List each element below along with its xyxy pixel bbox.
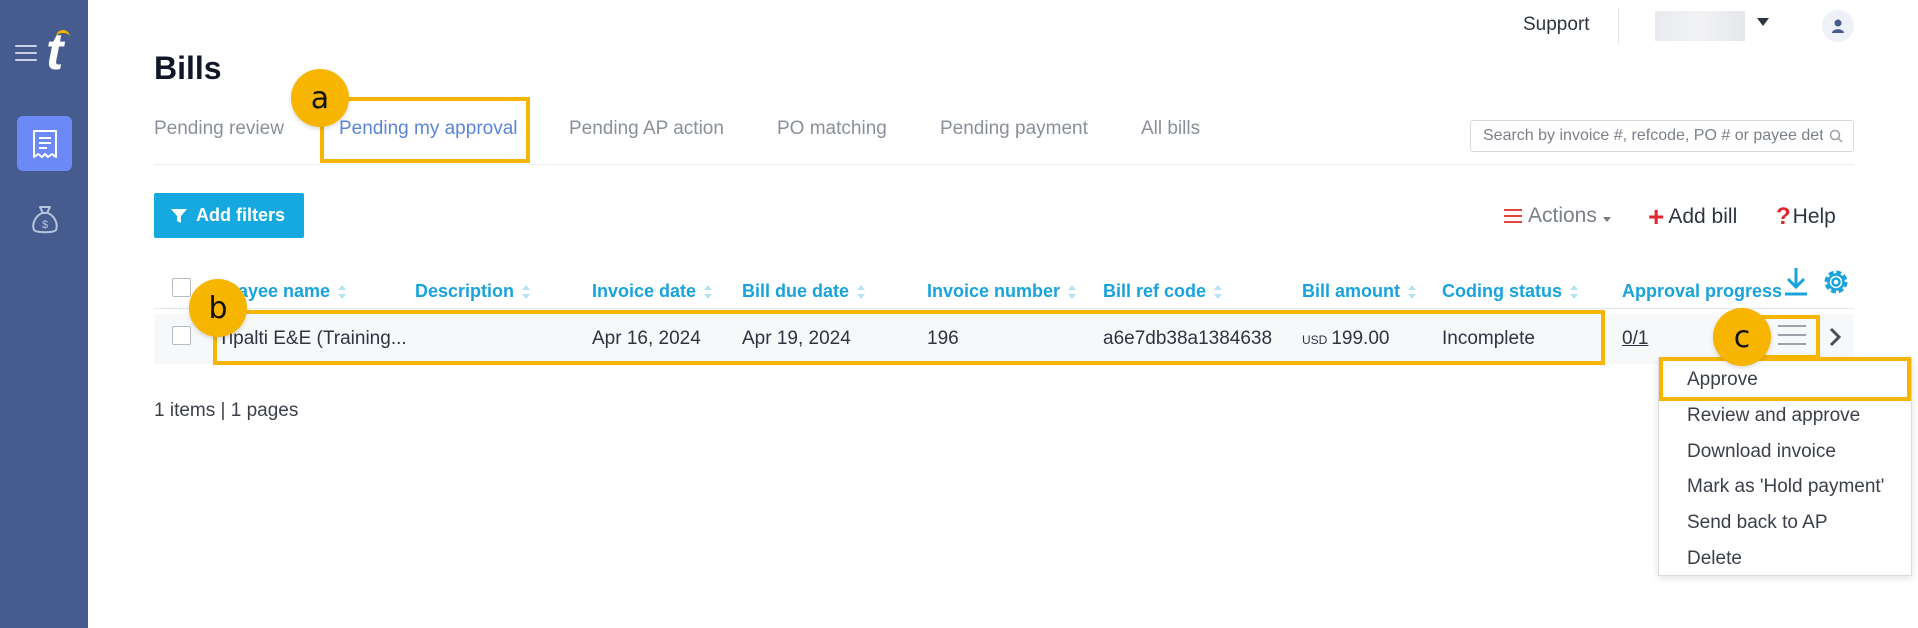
column-header-invoice-number[interactable]: Invoice number (927, 281, 1077, 302)
sort-icon (1214, 284, 1223, 299)
select-all-checkbox[interactable] (172, 278, 191, 297)
sort-icon (704, 284, 713, 299)
tab-pending-review[interactable]: Pending review (154, 118, 284, 140)
cell-approval-progress[interactable]: 0/1 (1622, 328, 1648, 350)
receipt-icon (32, 129, 57, 158)
pagination-summary: 1 items | 1 pages (154, 400, 299, 421)
actions-dropdown[interactable]: Actions (1504, 204, 1611, 228)
sidebar: t $ (0, 0, 88, 628)
column-header-coding-status[interactable]: Coding status (1442, 281, 1579, 302)
menu-icon[interactable] (15, 45, 37, 61)
row-actions-dropdown: Approve Review and approve Download invo… (1658, 358, 1912, 576)
tab-pending-my-approval[interactable]: Pending my approval (339, 118, 518, 140)
actions-label: Actions (1528, 204, 1597, 227)
amount-value: 199.00 (1331, 328, 1390, 349)
cell-bill-amount: USD 199.00 (1302, 328, 1389, 350)
tipalti-logo: t (46, 26, 70, 78)
search-input[interactable] (1470, 120, 1854, 152)
annotation-marker-a: a (291, 69, 349, 127)
column-header-approval-progress[interactable]: Approval progress (1622, 281, 1782, 302)
column-header-bill-amount[interactable]: Bill amount (1302, 281, 1417, 302)
sort-icon (522, 284, 531, 299)
sort-icon (338, 284, 347, 299)
user-name-blurred[interactable] (1655, 11, 1745, 41)
column-header-bill-due-date[interactable]: Bill due date (742, 281, 866, 302)
tabs-divider (154, 164, 1854, 165)
cell-payee-name[interactable]: Tipalti E&E (Training... (218, 328, 408, 350)
chevron-right-icon[interactable] (1828, 326, 1842, 348)
filter-icon (171, 208, 187, 223)
add-filters-button[interactable]: Add filters (154, 193, 304, 238)
user-dropdown-caret-icon[interactable] (1757, 18, 1769, 26)
tab-pending-payment[interactable]: Pending payment (940, 118, 1088, 140)
row-actions-menu-icon[interactable] (1778, 325, 1806, 347)
header-divider (1618, 8, 1619, 44)
row-checkbox[interactable] (172, 326, 191, 345)
add-bill-button[interactable]: + Add bill (1648, 203, 1737, 231)
page-title: Bills (154, 50, 222, 86)
tab-po-matching[interactable]: PO matching (777, 118, 887, 140)
question-icon: ? (1776, 203, 1791, 230)
payments-nav-icon[interactable]: $ (17, 191, 72, 246)
sort-icon (1068, 284, 1077, 299)
column-header-bill-ref-code[interactable]: Bill ref code (1103, 281, 1223, 302)
bills-nav-icon[interactable] (17, 116, 72, 171)
person-icon (1832, 19, 1844, 33)
menu-item-approve[interactable]: Approve (1687, 369, 1758, 391)
annotation-marker-c: c (1713, 308, 1771, 366)
search-icon (1829, 129, 1843, 143)
annotation-marker-b: b (189, 279, 247, 337)
add-bill-label: Add bill (1668, 205, 1738, 228)
download-icon[interactable] (1782, 266, 1810, 298)
cell-invoice-date: Apr 16, 2024 (592, 328, 701, 349)
currency-code: USD (1302, 333, 1328, 347)
tab-pending-ap-action[interactable]: Pending AP action (569, 118, 724, 140)
help-label: Help (1792, 205, 1836, 228)
table-row[interactable] (154, 314, 1854, 364)
sort-icon (1408, 284, 1417, 299)
avatar[interactable] (1822, 10, 1854, 42)
cell-coding-status: Incomplete (1442, 328, 1535, 349)
cell-invoice-number: 196 (927, 328, 959, 349)
column-header-description[interactable]: Description (415, 281, 531, 302)
menu-item-download-invoice[interactable]: Download invoice (1687, 441, 1836, 463)
caret-down-icon (1602, 216, 1611, 222)
table-header-divider (154, 308, 1854, 309)
add-filters-label: Add filters (196, 205, 286, 225)
column-header-invoice-date[interactable]: Invoice date (592, 281, 713, 302)
help-button[interactable]: ? Help (1776, 203, 1836, 231)
svg-text:$: $ (41, 219, 47, 231)
menu-item-hold-payment[interactable]: Mark as 'Hold payment' (1687, 476, 1884, 498)
sort-icon (857, 284, 866, 299)
support-link[interactable]: Support (1523, 14, 1590, 36)
approval-progress-link[interactable]: 0/1 (1622, 328, 1648, 349)
menu-item-send-back-to-ap[interactable]: Send back to AP (1687, 512, 1828, 534)
plus-icon: + (1648, 201, 1665, 232)
money-bag-icon: $ (31, 205, 58, 233)
list-icon (1504, 205, 1522, 227)
menu-item-delete[interactable]: Delete (1687, 548, 1742, 570)
gear-icon[interactable] (1820, 266, 1852, 298)
cell-bill-ref-code: a6e7db38a1384638 (1103, 328, 1273, 349)
menu-item-review-and-approve[interactable]: Review and approve (1687, 405, 1860, 427)
sort-icon (1570, 284, 1579, 299)
tab-all-bills[interactable]: All bills (1141, 118, 1200, 140)
cell-bill-due-date: Apr 19, 2024 (742, 328, 851, 349)
